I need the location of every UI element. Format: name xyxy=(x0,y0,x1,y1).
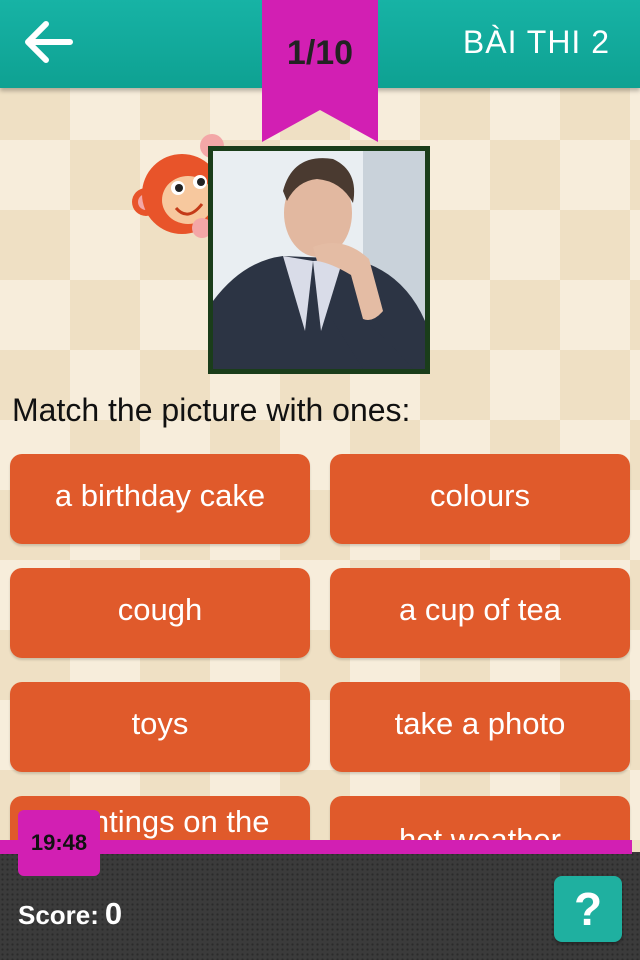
back-arrow-icon xyxy=(25,21,73,63)
option-button-colours[interactable]: colours xyxy=(330,454,630,544)
help-button[interactable]: ? xyxy=(554,876,622,942)
progress-counter: 1/10 xyxy=(286,34,354,72)
score-value: 0 xyxy=(104,896,123,931)
question-photo xyxy=(208,146,430,374)
help-icon: ? xyxy=(573,883,603,935)
score-display: Score: 0 xyxy=(18,896,122,932)
question-prompt: Match the picture with ones: xyxy=(12,392,411,428)
option-button-a-cup-of-tea[interactable]: a cup of tea xyxy=(330,568,630,658)
test-title: BÀI THI 2 xyxy=(462,24,610,60)
score-label: Score: xyxy=(18,900,99,930)
option-button-cough[interactable]: cough xyxy=(10,568,310,658)
countdown-timer: 19:48 xyxy=(18,810,100,876)
back-button[interactable] xyxy=(24,20,76,64)
option-button-toys[interactable]: toys xyxy=(10,682,310,772)
option-button-a-birthday-cake[interactable]: a birthday cake xyxy=(10,454,310,544)
man-coughing-image xyxy=(213,151,425,369)
option-button-take-a-photo[interactable]: take a photo xyxy=(330,682,630,772)
